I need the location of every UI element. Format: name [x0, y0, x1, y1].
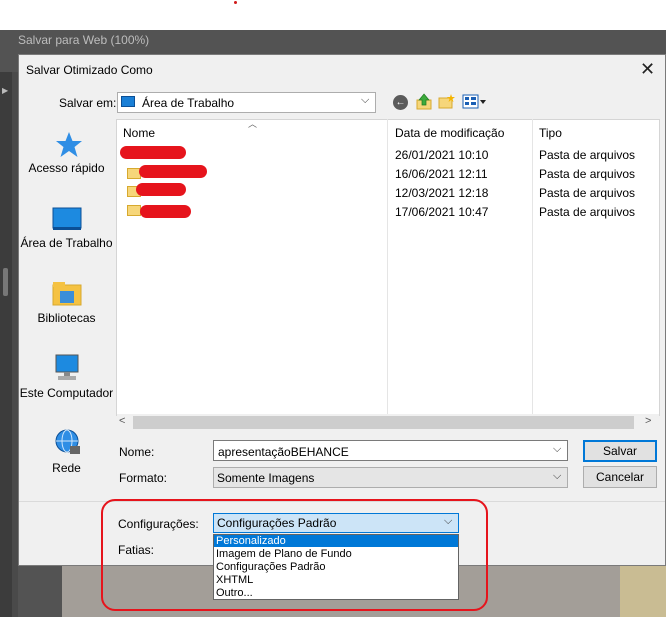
column-header-type[interactable]: Tipo: [539, 126, 562, 140]
file-name-label: Nome:: [119, 445, 155, 459]
desktop-icon: [121, 96, 135, 107]
sidebar-item-libraries[interactable]: Bibliotecas: [19, 311, 114, 326]
tools-panel-strip: [0, 72, 12, 617]
up-folder-icon[interactable]: [416, 93, 432, 110]
panel-grip[interactable]: [3, 268, 8, 296]
dialog-title: Salvar Otimizado Como: [26, 63, 153, 77]
save-button[interactable]: Salvar: [583, 440, 657, 462]
column-header-date[interactable]: Data de modificação: [395, 126, 504, 140]
redaction-mark: [139, 165, 207, 178]
column-divider[interactable]: [532, 119, 533, 416]
back-arrow-icon[interactable]: ←: [393, 95, 408, 110]
file-date: 26/01/2021 10:10: [395, 148, 489, 162]
red-dot-mark: [234, 1, 237, 4]
scroll-right-icon[interactable]: >: [645, 415, 651, 427]
file-date: 17/06/2021 10:47: [395, 205, 489, 219]
computer-icon: [55, 354, 79, 380]
background-top: [0, 0, 666, 30]
desktop-icon: [52, 207, 82, 230]
save-for-web-title: Salvar para Web (100%): [18, 33, 150, 47]
sidebar-item-desktop[interactable]: Área de Trabalho: [19, 236, 114, 251]
redaction-mark: [140, 205, 191, 218]
file-name-input[interactable]: [213, 440, 568, 461]
quick-access-star-icon: [56, 132, 82, 157]
sidebar-item-quick-access[interactable]: Acesso rápido: [19, 161, 114, 176]
scrollbar-thumb[interactable]: [133, 416, 634, 429]
image-preview-right: [620, 566, 666, 617]
file-type: Pasta de arquivos: [539, 167, 636, 181]
file-type: Pasta de arquivos: [539, 148, 636, 162]
annotation-highlight: [101, 499, 488, 611]
libraries-icon: [52, 282, 82, 306]
redaction-mark: [120, 146, 186, 159]
chevron-down-icon[interactable]: ⌵: [361, 94, 369, 107]
save-in-label: Salvar em:: [59, 96, 117, 110]
view-menu-icon[interactable]: [462, 94, 487, 109]
chevron-down-icon[interactable]: ⌵: [553, 470, 561, 483]
cancel-button[interactable]: Cancelar: [583, 466, 657, 488]
chevron-down-icon[interactable]: ⌵: [553, 443, 561, 456]
file-type: Pasta de arquivos: [539, 186, 636, 200]
network-icon: [55, 429, 80, 454]
column-header-name[interactable]: Nome: [123, 126, 155, 140]
new-folder-icon[interactable]: [438, 94, 455, 109]
sidebar-item-label: Este Computador: [19, 386, 114, 400]
sidebar-item-computer[interactable]: Este Computador: [19, 386, 114, 401]
expand-arrow-icon[interactable]: ▶: [2, 86, 8, 95]
file-list[interactable]: [116, 119, 660, 416]
close-icon[interactable]: ✕: [640, 60, 655, 78]
sidebar-item-network[interactable]: Rede: [19, 461, 114, 476]
column-divider[interactable]: [387, 119, 388, 416]
redaction-mark: [136, 183, 186, 196]
save-in-value: Área de Trabalho: [142, 96, 235, 110]
format-value: Somente Imagens: [217, 471, 315, 485]
scroll-left-icon[interactable]: <: [119, 415, 125, 427]
sort-up-icon: ︿: [248, 119, 258, 129]
format-label: Formato:: [119, 471, 168, 485]
file-date: 16/06/2021 12:11: [395, 167, 488, 181]
file-type: Pasta de arquivos: [539, 205, 636, 219]
file-date: 12/03/2021 12:18: [395, 186, 489, 200]
folder-icon: [127, 205, 141, 216]
